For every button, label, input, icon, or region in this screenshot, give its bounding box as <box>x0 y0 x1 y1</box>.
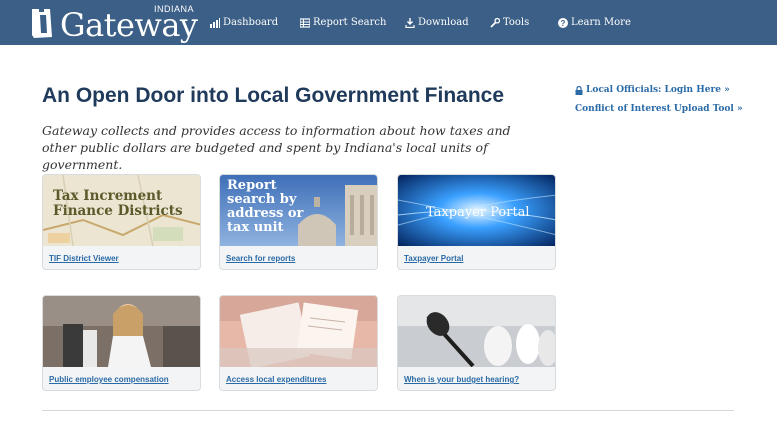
portal-image-caption: Taxpayer Portal <box>426 205 530 220</box>
bar-chart-icon <box>210 17 220 28</box>
card-budget-hearing[interactable]: When is your budget hearing? <box>397 295 556 391</box>
nav-dashboard-label: Dashboard <box>223 17 279 28</box>
microphone-image <box>398 296 555 367</box>
conflict-of-interest-label: Conflict of Interest Upload Tool » <box>575 104 743 114</box>
gateway-logo[interactable]: Gateway INDIANA <box>14 3 198 44</box>
nav-download-label: Download <box>418 17 469 28</box>
taxpayer-portal-image: Taxpayer Portal <box>398 175 555 246</box>
nav-report-search-label: Report Search <box>313 17 387 28</box>
side-links: Local Officials: Login Here » Conflict o… <box>575 85 743 123</box>
download-icon <box>405 17 415 28</box>
card-label-compensation[interactable]: Public employee compensation <box>49 375 169 384</box>
card-label-tif[interactable]: TIF District Viewer <box>49 254 119 263</box>
receipts-image <box>220 296 377 367</box>
nav-tools[interactable]: Tools <box>490 17 529 28</box>
question-icon: ? <box>558 17 568 28</box>
hearing-photo <box>398 296 555 367</box>
report-image-caption: Report search by address or tax unit <box>227 178 304 235</box>
nav-learn-more-label: Learn More <box>571 17 631 28</box>
table-icon <box>300 17 310 28</box>
conflict-of-interest-link[interactable]: Conflict of Interest Upload Tool » <box>575 104 743 114</box>
nav-learn-more[interactable]: ? Learn More <box>558 17 631 28</box>
card-public-employee-compensation[interactable]: Public employee compensation <box>42 295 201 391</box>
intro-text: Gateway collects and provides access to … <box>42 123 511 172</box>
local-officials-login-label: Local Officials: Login Here » <box>586 85 730 95</box>
nav-tools-label: Tools <box>503 17 530 28</box>
card-label-expenditures[interactable]: Access local expenditures <box>226 375 327 384</box>
tif-map-image: Tax Increment Finance Districts <box>43 175 200 246</box>
nav-dashboard[interactable]: Dashboard <box>210 17 278 28</box>
card-label-taxpayer-portal[interactable]: Taxpayer Portal <box>404 254 463 263</box>
lock-icon <box>575 85 583 95</box>
wrench-icon <box>490 17 500 28</box>
footer-divider <box>42 410 734 411</box>
statehouse-image: Report search by address or tax unit <box>220 175 377 246</box>
receipts-photo <box>220 296 377 367</box>
card-search-reports[interactable]: Report search by address or tax unit Sea… <box>219 174 378 270</box>
indiana-state-icon <box>32 9 52 38</box>
nav-download[interactable]: Download <box>405 17 469 28</box>
card-tif-district-viewer[interactable]: Tax Increment Finance Districts TIF Dist… <box>42 174 201 270</box>
nav-report-search[interactable]: Report Search <box>300 17 386 28</box>
top-navigation-bar: Gateway INDIANA Dashboard Report Search … <box>0 0 777 45</box>
page-title: An Open Door into Local Government Finan… <box>42 84 505 107</box>
office-worker-image <box>43 296 200 367</box>
card-local-expenditures[interactable]: Access local expenditures <box>219 295 378 391</box>
local-officials-login-link[interactable]: Local Officials: Login Here » <box>575 85 743 95</box>
card-label-budget-hearing[interactable]: When is your budget hearing? <box>404 375 519 384</box>
tif-image-caption: Tax Increment Finance Districts <box>53 188 183 219</box>
card-taxpayer-portal[interactable]: Taxpayer Portal Taxpayer Portal <box>397 174 556 270</box>
office-photo <box>43 296 200 367</box>
logo-state-label: INDIANA <box>154 4 195 14</box>
card-label-search-reports[interactable]: Search for reports <box>226 254 295 263</box>
svg-text:?: ? <box>561 19 566 28</box>
